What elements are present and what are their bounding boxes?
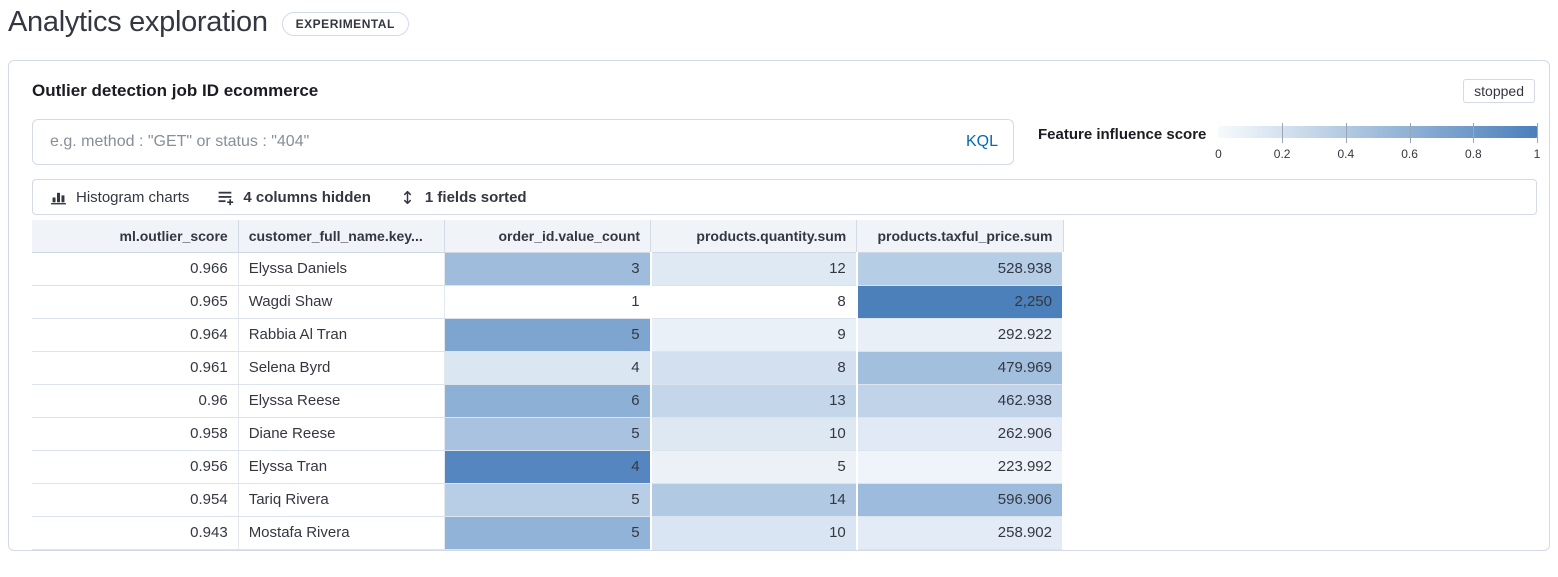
legend-gradient-bar: [1218, 126, 1537, 138]
table-cell[interactable]: 0.96: [32, 384, 238, 417]
experimental-badge: EXPERIMENTAL: [282, 12, 409, 36]
table-cell[interactable]: Mostafa Rivera: [238, 516, 444, 549]
table-cell[interactable]: 0.954: [32, 483, 238, 516]
table-cell[interactable]: 8: [651, 351, 857, 384]
table-cell[interactable]: 258.902: [857, 516, 1063, 549]
analytics-exploration-panel: Outlier detection job ID ecommerce stopp…: [8, 60, 1550, 551]
column-header[interactable]: ml.outlier_score: [32, 220, 238, 252]
column-header[interactable]: products.taxful_price.sum: [857, 220, 1063, 252]
legend-tick-line: [1282, 123, 1283, 143]
columns-hidden-button[interactable]: 4 columns hidden: [217, 189, 371, 206]
table-cell[interactable]: Wagdi Shaw: [238, 285, 444, 318]
feature-influence-legend: Feature influence score 00.20.40.60.81: [1038, 119, 1537, 161]
table-cell[interactable]: 1: [444, 285, 650, 318]
columns-hidden-icon: [217, 189, 234, 206]
table-row: 0.966Elyssa Daniels312528.938: [32, 252, 1063, 285]
table-cell[interactable]: 479.969: [857, 351, 1063, 384]
table-cell[interactable]: 12: [651, 252, 857, 285]
legend-tick-line: [1473, 123, 1474, 143]
table-cell[interactable]: 4: [444, 351, 650, 384]
table-cell[interactable]: 0.961: [32, 351, 238, 384]
legend-ticks: 00.20.40.60.81: [1218, 125, 1537, 161]
table-row: 0.956Elyssa Tran45223.992: [32, 450, 1063, 483]
legend-tick-label: 0: [1215, 147, 1222, 161]
table-cell[interactable]: 3: [444, 252, 650, 285]
search-input[interactable]: [48, 132, 956, 152]
legend-tick-line: [1410, 123, 1411, 143]
table-cell[interactable]: 8: [651, 285, 857, 318]
table-cell[interactable]: 9: [651, 318, 857, 351]
column-header[interactable]: customer_full_name.key...: [238, 220, 444, 252]
legend-tick-label: 0.4: [1338, 147, 1355, 161]
table-row: 0.943Mostafa Rivera510258.902: [32, 516, 1063, 549]
table-row: 0.964Rabbia Al Tran59292.922: [32, 318, 1063, 351]
table-cell[interactable]: 0.966: [32, 252, 238, 285]
table-cell[interactable]: Elyssa Daniels: [238, 252, 444, 285]
legend-title: Feature influence score: [1038, 125, 1206, 143]
table-cell[interactable]: Tariq Rivera: [238, 483, 444, 516]
table-row: 0.96Elyssa Reese613462.938: [32, 384, 1063, 417]
table-cell[interactable]: 0.958: [32, 417, 238, 450]
table-cell[interactable]: 2,250: [857, 285, 1063, 318]
table-cell[interactable]: Elyssa Reese: [238, 384, 444, 417]
histogram-icon: [50, 189, 67, 206]
table-cell[interactable]: 528.938: [857, 252, 1063, 285]
table-cell[interactable]: 262.906: [857, 417, 1063, 450]
table-cell[interactable]: 0.964: [32, 318, 238, 351]
job-status-badge: stopped: [1463, 79, 1535, 103]
table-cell[interactable]: 462.938: [857, 384, 1063, 417]
grid-toolbar: Histogram charts 4 columns hidden 1 fiel…: [32, 179, 1537, 215]
page-header: Analytics exploration EXPERIMENTAL: [0, 0, 1558, 39]
job-title: Outlier detection job ID ecommerce: [32, 81, 318, 101]
controls-row: KQL Feature influence score 0 0.2 0.4 0.6 0.…: [32, 119, 1537, 165]
results-table: ml.outlier_scorecustomer_full_name.key..…: [32, 220, 1064, 550]
table-cell[interactable]: Elyssa Tran: [238, 450, 444, 483]
table-cell[interactable]: 5: [651, 450, 857, 483]
legend-tick-line: [1537, 123, 1538, 143]
table-cell[interactable]: 5: [444, 318, 650, 351]
table-cell[interactable]: Selena Byrd: [238, 351, 444, 384]
table-cell[interactable]: 13: [651, 384, 857, 417]
table-row: 0.961Selena Byrd48479.969: [32, 351, 1063, 384]
legend-tick-label: 1: [1534, 147, 1541, 161]
table-cell[interactable]: Diane Reese: [238, 417, 444, 450]
table-cell[interactable]: 14: [651, 483, 857, 516]
table-row: 0.965Wagdi Shaw182,250: [32, 285, 1063, 318]
legend-tick-label: 0.2: [1274, 147, 1291, 161]
table-header-row: ml.outlier_scorecustomer_full_name.key..…: [32, 220, 1063, 252]
search-box: KQL: [32, 119, 1014, 165]
legend-tick-label: 0.6: [1401, 147, 1418, 161]
table-cell[interactable]: 4: [444, 450, 650, 483]
table-row: 0.954Tariq Rivera514596.906: [32, 483, 1063, 516]
sort-icon: [399, 189, 416, 206]
column-header[interactable]: order_id.value_count: [444, 220, 650, 252]
kql-button[interactable]: KQL: [956, 133, 998, 151]
table-body: 0.966Elyssa Daniels312528.9380.965Wagdi …: [32, 252, 1063, 549]
panel-header: Outlier detection job ID ecommerce stopp…: [32, 79, 1537, 103]
page-title: Analytics exploration: [8, 6, 268, 39]
table-cell[interactable]: 10: [651, 417, 857, 450]
legend-tick-label: 0.8: [1465, 147, 1482, 161]
fields-sorted-label: 1 fields sorted: [425, 189, 527, 206]
histogram-charts-button[interactable]: Histogram charts: [50, 189, 189, 206]
table-cell[interactable]: 223.992: [857, 450, 1063, 483]
table-cell[interactable]: 10: [651, 516, 857, 549]
table-cell[interactable]: 5: [444, 516, 650, 549]
table-cell[interactable]: 0.956: [32, 450, 238, 483]
legend-tick-line: [1346, 123, 1347, 143]
table-cell[interactable]: 0.965: [32, 285, 238, 318]
table-cell[interactable]: Rabbia Al Tran: [238, 318, 444, 351]
table-cell[interactable]: 5: [444, 417, 650, 450]
table-cell[interactable]: 6: [444, 384, 650, 417]
table-cell[interactable]: 292.922: [857, 318, 1063, 351]
fields-sorted-button[interactable]: 1 fields sorted: [399, 189, 527, 206]
column-header[interactable]: products.quantity.sum: [651, 220, 857, 252]
table-cell[interactable]: 596.906: [857, 483, 1063, 516]
table-cell[interactable]: 0.943: [32, 516, 238, 549]
table-row: 0.958Diane Reese510262.906: [32, 417, 1063, 450]
histogram-charts-label: Histogram charts: [76, 189, 189, 206]
columns-hidden-label: 4 columns hidden: [243, 189, 371, 206]
table-cell[interactable]: 5: [444, 483, 650, 516]
